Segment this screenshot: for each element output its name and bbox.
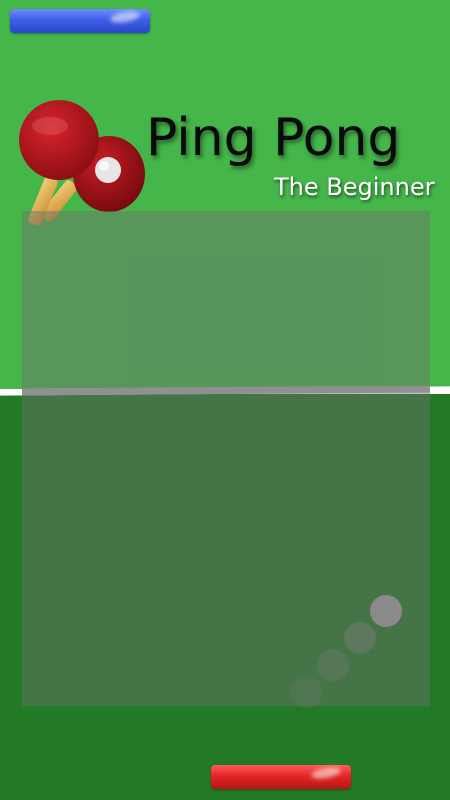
game-title: Ping Pong [146, 108, 401, 168]
ball-trail [290, 676, 322, 708]
player-paddle[interactable] [211, 765, 351, 789]
paddle-shine [109, 9, 141, 25]
ball-trail [344, 622, 376, 654]
ball-icon [370, 595, 402, 627]
ball-trail [317, 649, 349, 681]
paddle-shine [310, 765, 342, 781]
game-subtitle: The Beginner [274, 173, 435, 201]
opponent-paddle [10, 9, 150, 33]
logo-ball [95, 157, 121, 183]
